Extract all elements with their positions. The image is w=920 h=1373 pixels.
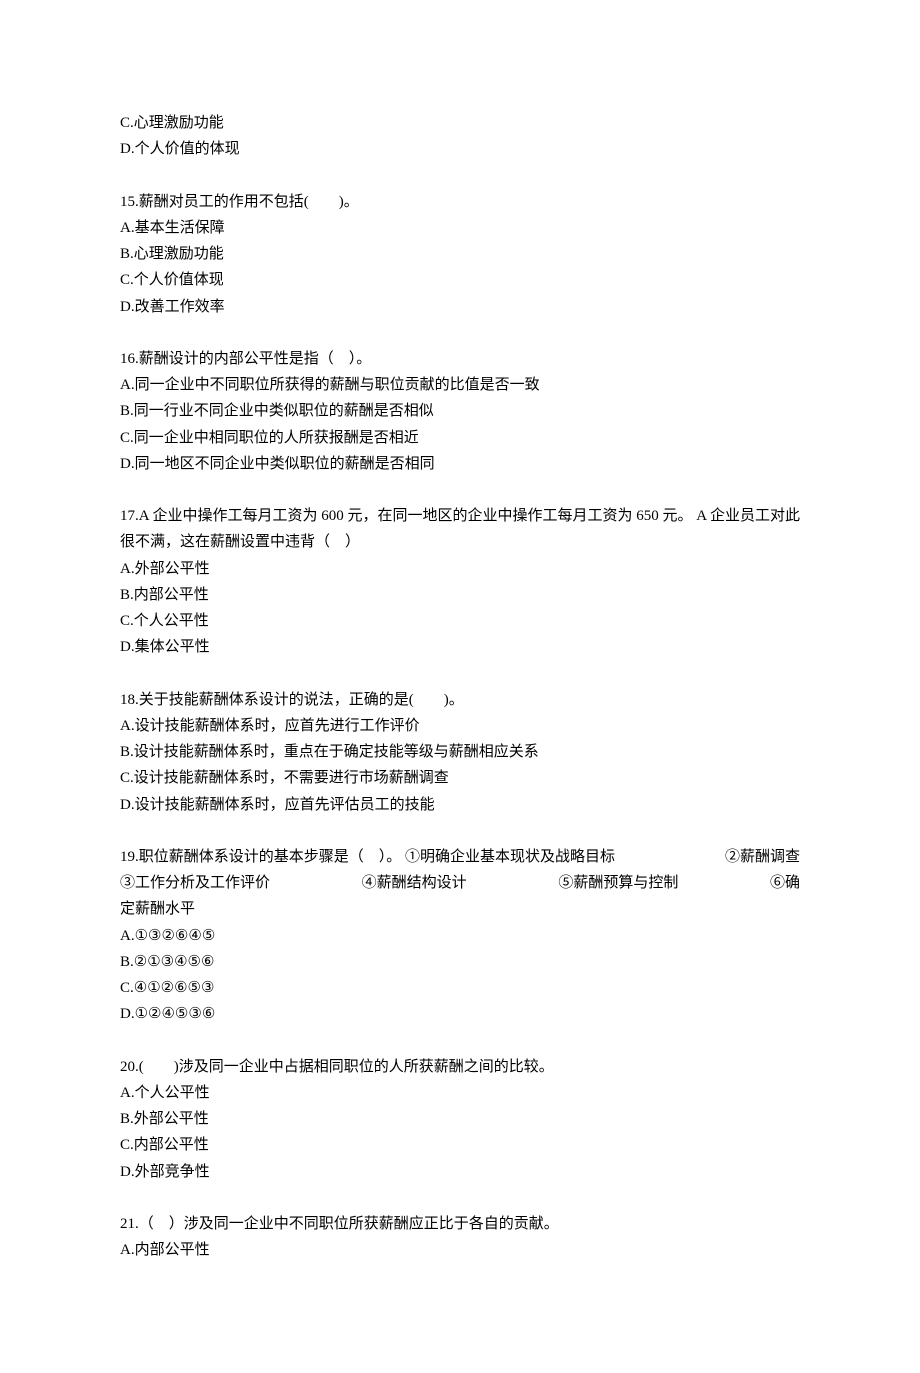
question-15: 15.薪酬对员工的作用不包括( )。 A.基本生活保障 B.心理激励功能 C.个…: [120, 189, 800, 320]
q16-option-b: B.同一行业不同企业中类似职位的薪酬是否相似: [120, 398, 800, 424]
q20-option-c: C.内部公平性: [120, 1132, 800, 1158]
q15-option-b: B.心理激励功能: [120, 241, 800, 267]
q18-option-b: B.设计技能薪酬体系时，重点在于确定技能等级与薪酬相应关系: [120, 739, 800, 765]
q18-stem: 18.关于技能薪酬体系设计的说法，正确的是( )。: [120, 687, 800, 713]
q14-option-c: C.心理激励功能: [120, 110, 800, 136]
spacer: [120, 818, 800, 844]
q17-option-a: A.外部公平性: [120, 556, 800, 582]
q19-stem-part5: ⑤薪酬预算与控制: [558, 870, 678, 896]
q16-option-a: A.同一企业中不同职位所获得的薪酬与职位贡献的比值是否一致: [120, 372, 800, 398]
q21-option-a: A.内部公平性: [120, 1237, 800, 1263]
spacer: [120, 320, 800, 346]
q19-option-b: B.②①③④⑤⑥: [120, 949, 800, 975]
question-14-partial: C.心理激励功能 D.个人价值的体现: [120, 110, 800, 163]
q19-option-d: D.①②④⑤③⑥: [120, 1001, 800, 1027]
q19-stem-part4: ④薪酬结构设计: [362, 870, 467, 896]
q17-option-b: B.内部公平性: [120, 582, 800, 608]
spacer: [120, 477, 800, 503]
q20-stem: 20.( )涉及同一企业中占据相同职位的人所获薪酬之间的比较。: [120, 1054, 800, 1080]
q18-option-d: D.设计技能薪酬体系时，应首先评估员工的技能: [120, 792, 800, 818]
question-18: 18.关于技能薪酬体系设计的说法，正确的是( )。 A.设计技能薪酬体系时，应首…: [120, 687, 800, 818]
q16-option-c: C.同一企业中相同职位的人所获报酬是否相近: [120, 425, 800, 451]
q15-option-c: C.个人价值体现: [120, 267, 800, 293]
spacer: [120, 661, 800, 687]
q14-option-d: D.个人价值的体现: [120, 136, 800, 162]
q15-option-a: A.基本生活保障: [120, 215, 800, 241]
q17-option-c: C.个人公平性: [120, 608, 800, 634]
q19-stem-part7: 定薪酬水平: [120, 901, 195, 917]
q19-stem-part3: ③工作分析及工作评价: [120, 870, 270, 896]
spacer: [120, 1185, 800, 1211]
q19-stem-part6: ⑥确: [770, 870, 800, 896]
q18-option-a: A.设计技能薪酬体系时，应首先进行工作评价: [120, 713, 800, 739]
q17-option-d: D.集体公平性: [120, 634, 800, 660]
q20-option-a: A.个人公平性: [120, 1080, 800, 1106]
question-16: 16.薪酬设计的内部公平性是指（ ）。 A.同一企业中不同职位所获得的薪酬与职位…: [120, 346, 800, 477]
q17-stem: 17.A 企业中操作工每月工资为 600 元，在同一地区的企业中操作工每月工资为…: [120, 503, 800, 556]
spacer: [120, 163, 800, 189]
q20-option-b: B.外部公平性: [120, 1106, 800, 1132]
q18-option-c: C.设计技能薪酬体系时，不需要进行市场薪酬调查: [120, 765, 800, 791]
q15-option-d: D.改善工作效率: [120, 294, 800, 320]
spacer: [120, 1028, 800, 1054]
question-20: 20.( )涉及同一企业中占据相同职位的人所获薪酬之间的比较。 A.个人公平性 …: [120, 1054, 800, 1185]
q19-option-c: C.④①②⑥⑤③: [120, 975, 800, 1001]
question-17: 17.A 企业中操作工每月工资为 600 元，在同一地区的企业中操作工每月工资为…: [120, 503, 800, 661]
q19-stem: 19.职位薪酬体系设计的基本步骤是（ ）。 ①明确企业基本现状及战略目标 ②薪酬…: [120, 844, 800, 923]
q19-stem-part1: 19.职位薪酬体系设计的基本步骤是（ ）。 ①明确企业基本现状及战略目标: [120, 844, 615, 870]
q19-option-a: A.①③②⑥④⑤: [120, 923, 800, 949]
question-19: 19.职位薪酬体系设计的基本步骤是（ ）。 ①明确企业基本现状及战略目标 ②薪酬…: [120, 844, 800, 1028]
q19-stem-part2: ②薪酬调查: [725, 844, 800, 870]
q20-option-d: D.外部竞争性: [120, 1159, 800, 1185]
q21-stem: 21.（ ）涉及同一企业中不同职位所获薪酬应正比于各自的贡献。: [120, 1211, 800, 1237]
q15-stem: 15.薪酬对员工的作用不包括( )。: [120, 189, 800, 215]
q16-option-d: D.同一地区不同企业中类似职位的薪酬是否相同: [120, 451, 800, 477]
question-21: 21.（ ）涉及同一企业中不同职位所获薪酬应正比于各自的贡献。 A.内部公平性: [120, 1211, 800, 1264]
q16-stem: 16.薪酬设计的内部公平性是指（ ）。: [120, 346, 800, 372]
